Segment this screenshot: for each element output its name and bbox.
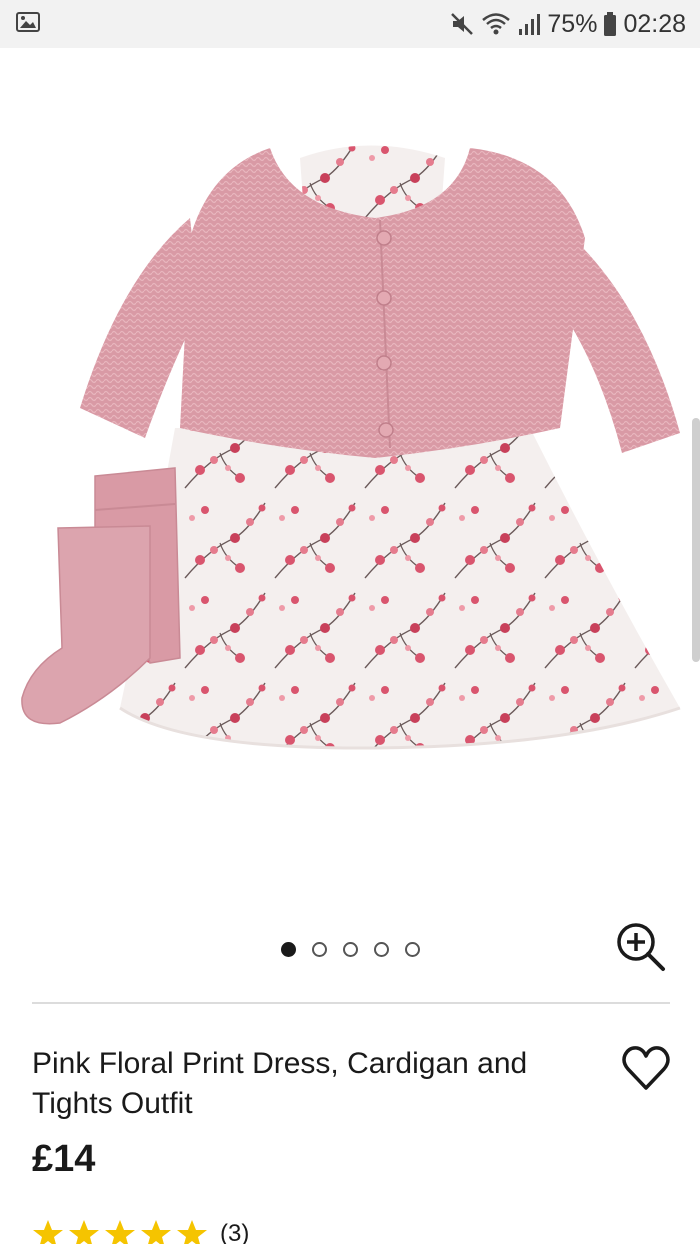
product-title: Pink Floral Print Dress, Cardigan and Ti… xyxy=(32,1047,528,1120)
rating[interactable]: (3) xyxy=(32,1218,249,1244)
carousel-dot[interactable] xyxy=(374,942,389,957)
status-bar: 75% 02:28 xyxy=(0,0,700,48)
zoom-in-icon[interactable] xyxy=(614,920,666,972)
wifi-icon xyxy=(482,13,511,35)
carousel-dot[interactable] xyxy=(312,942,327,957)
star-icon xyxy=(105,1220,135,1244)
status-icons: 75% 02:28 xyxy=(449,0,686,48)
carousel-dot[interactable] xyxy=(405,942,420,957)
product-price: £14 xyxy=(32,1138,96,1180)
star-icon xyxy=(177,1220,207,1244)
scrollbar[interactable] xyxy=(692,418,700,662)
star-icon xyxy=(141,1220,171,1244)
star-icon xyxy=(69,1220,99,1244)
star-icon xyxy=(33,1220,63,1244)
carousel-dot[interactable] xyxy=(281,942,296,957)
gallery-icon xyxy=(16,12,40,32)
battery-icon xyxy=(604,12,617,36)
carousel-dot[interactable] xyxy=(343,942,358,957)
product-photo xyxy=(21,145,681,750)
product-image[interactable] xyxy=(0,48,700,918)
clock: 02:28 xyxy=(623,9,686,38)
carousel-dots xyxy=(281,942,420,957)
divider xyxy=(32,1002,670,1004)
rating-count[interactable]: (3) xyxy=(220,1219,249,1244)
heart-icon[interactable] xyxy=(620,1044,672,1092)
signal-icon xyxy=(519,14,541,35)
mute-icon xyxy=(451,13,474,35)
battery-percent: 75% xyxy=(547,9,598,38)
